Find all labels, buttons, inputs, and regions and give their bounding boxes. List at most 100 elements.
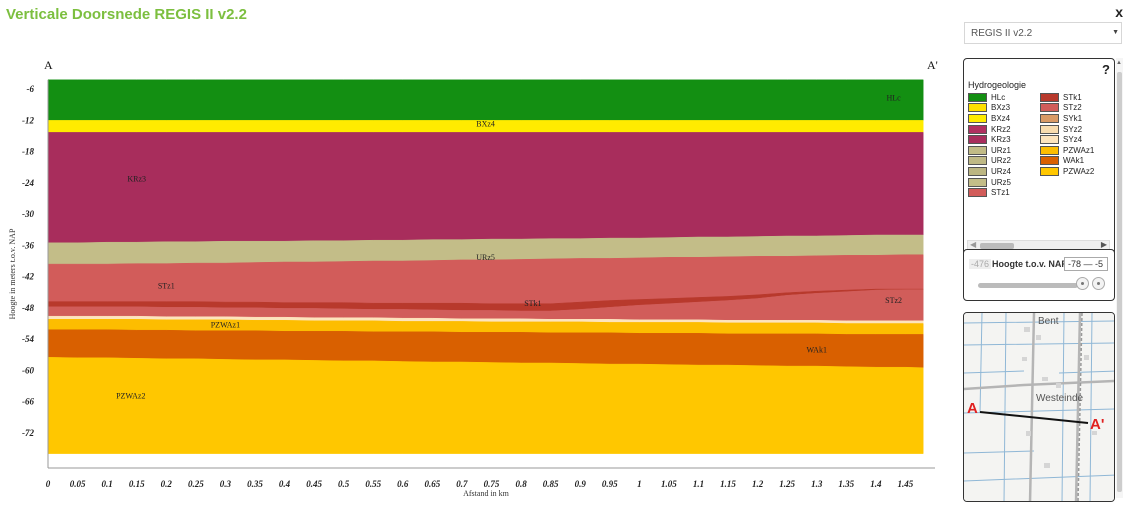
x-tick-label: 1.05 bbox=[661, 479, 677, 489]
legend-label: STk1 bbox=[1063, 92, 1082, 102]
x-tick-label: 0.95 bbox=[602, 479, 618, 489]
y-tick-label: -12 bbox=[22, 115, 34, 125]
height-slider-min-handle[interactable] bbox=[1076, 277, 1089, 290]
legend-swatch bbox=[1040, 124, 1059, 134]
legend-column: HLc BXz3 BXz4 KRz2 KRz3 URz1 URz2 URz4 URz5 STz1 bbox=[968, 92, 1011, 198]
legend-swatch bbox=[968, 103, 987, 113]
layer-hlc bbox=[47, 79, 924, 121]
legend-swatch bbox=[968, 92, 987, 102]
x-tick-label: 0.45 bbox=[306, 479, 322, 489]
x-tick-label: 1.35 bbox=[838, 479, 854, 489]
legend-swatch bbox=[1040, 145, 1059, 155]
x-tick-label: 0.3 bbox=[220, 479, 232, 489]
x-tick-label: 1.4 bbox=[870, 479, 882, 489]
legend-label: URz1 bbox=[991, 145, 1012, 155]
model-select[interactable]: REGIS II v2.2 ▼ bbox=[964, 22, 1122, 44]
legend-column: STk1 STz2 SYk1 SYz2 SYz4 PZWAz1 WAk1 PZWAz2 bbox=[1040, 92, 1094, 177]
height-slider-max-handle[interactable] bbox=[1092, 277, 1105, 290]
layer-label: BXz4 bbox=[476, 120, 495, 129]
legend-item: KRz2 bbox=[968, 124, 1011, 135]
chevron-down-icon: ▼ bbox=[1112, 29, 1119, 36]
close-button[interactable]: x bbox=[1115, 4, 1123, 20]
layer-label: STz1 bbox=[158, 282, 175, 291]
legend-label: URz5 bbox=[991, 177, 1012, 187]
x-tick-label: 1.2 bbox=[752, 479, 764, 489]
legend-swatch bbox=[968, 188, 987, 198]
cross-section-chart: -6 -12 -18 -24 -30 -36 -42 -48 -54 -60 -66 -72 0 0.05… bbox=[0, 48, 950, 500]
x-tick-label: 0.35 bbox=[247, 479, 263, 489]
legend-swatch bbox=[968, 135, 987, 145]
layer-pzwaz2 bbox=[47, 357, 924, 454]
scroll-right-icon[interactable]: ▶ bbox=[1101, 240, 1107, 249]
map-section-start-label: A bbox=[967, 400, 978, 417]
x-tick-label: 1.15 bbox=[720, 479, 736, 489]
section-end-label: A' bbox=[927, 58, 938, 72]
legend-swatch bbox=[1040, 92, 1059, 102]
legend-label: BXz3 bbox=[991, 103, 1011, 113]
sidebar-scroll-thumb[interactable] bbox=[1117, 72, 1122, 492]
legend-item: URz2 bbox=[968, 156, 1011, 167]
legend-swatch bbox=[1040, 156, 1059, 166]
y-axis-label: Hoogte in meters t.o.v. NAP bbox=[8, 228, 17, 319]
map-place-label: Bent bbox=[1038, 316, 1059, 327]
legend-swatch bbox=[968, 156, 987, 166]
x-axis-label: Afstand in km bbox=[463, 489, 510, 498]
legend-label: PZWAz2 bbox=[1063, 166, 1095, 176]
y-tick-label: -48 bbox=[22, 303, 34, 313]
layer-label: STk1 bbox=[524, 299, 541, 308]
layer-label: KRz3 bbox=[127, 174, 146, 183]
legend-swatch bbox=[968, 145, 987, 155]
location-map[interactable]: Bent Westeinde A A' bbox=[963, 312, 1115, 502]
x-tick-label: 0.8 bbox=[515, 479, 527, 489]
y-tick-label: -54 bbox=[22, 334, 34, 344]
page-title: Verticale Doorsnede REGIS II v2.2 bbox=[6, 6, 247, 23]
legend-label: URz2 bbox=[991, 156, 1012, 166]
legend-label: SYk1 bbox=[1063, 113, 1083, 123]
layer-label: HLc bbox=[886, 94, 901, 103]
help-button[interactable]: ? bbox=[1102, 62, 1110, 77]
sidebar-scrollbar[interactable]: ▲ bbox=[1116, 58, 1123, 498]
x-tick-label: 0.1 bbox=[102, 479, 113, 489]
layer-label: PZWAz1 bbox=[211, 321, 240, 330]
y-tick-label: -60 bbox=[22, 365, 34, 375]
x-tick-label: 0.85 bbox=[543, 479, 559, 489]
scroll-up-icon[interactable]: ▲ bbox=[1116, 60, 1122, 66]
x-tick-label: 0.9 bbox=[575, 479, 587, 489]
y-tick-label: -66 bbox=[22, 397, 34, 407]
legend-label: STz2 bbox=[1063, 103, 1082, 113]
map-place-label: Westeinde bbox=[1036, 393, 1084, 404]
x-tick-label: 1 bbox=[637, 479, 642, 489]
legend-item: BXz3 bbox=[968, 103, 1011, 114]
scroll-left-icon[interactable]: ◀ bbox=[970, 240, 976, 249]
legend-item: SYz2 bbox=[1040, 124, 1094, 135]
map-svg: Bent Westeinde A A' bbox=[964, 313, 1114, 501]
legend-panel: ? Hydrogeologie HLc BXz3 BXz4 KRz2 KRz3 URz1 U… bbox=[963, 58, 1115, 256]
x-tick-label: 1.1 bbox=[693, 479, 704, 489]
height-min-value: -476 bbox=[969, 259, 992, 269]
y-tick-label: -36 bbox=[22, 240, 34, 250]
legend-heading: Hydrogeologie bbox=[968, 80, 1027, 90]
map-section-end-label: A' bbox=[1090, 416, 1104, 433]
height-range-input[interactable]: -78 — -5 bbox=[1064, 257, 1108, 271]
x-tick-label: 0.75 bbox=[484, 479, 500, 489]
x-tick-label: 1.3 bbox=[811, 479, 823, 489]
legend-swatch bbox=[1040, 166, 1059, 176]
x-tick-label: 0.7 bbox=[456, 479, 468, 489]
model-select-value: REGIS II v2.2 bbox=[971, 28, 1033, 39]
layer-label: URz5 bbox=[476, 253, 495, 262]
cross-section-svg: -6 -12 -18 -24 -30 -36 -42 -48 -54 -60 -66 -72 0 0.05… bbox=[8, 58, 938, 498]
legend-swatch bbox=[1040, 113, 1059, 123]
height-filter-panel: -476 Hoogte t.o.v. NAP -78 — -5 bbox=[963, 249, 1115, 301]
y-tick-label: -18 bbox=[22, 147, 34, 157]
height-slider-track[interactable] bbox=[978, 283, 1078, 288]
legend-label: SYz2 bbox=[1063, 124, 1083, 134]
legend-item: WAk1 bbox=[1040, 156, 1094, 167]
legend-label: URz4 bbox=[991, 166, 1012, 176]
y-tick-label: -72 bbox=[22, 428, 34, 438]
layer-label: PZWAz2 bbox=[116, 391, 145, 400]
legend-item: SYk1 bbox=[1040, 113, 1094, 124]
legend-item: KRz3 bbox=[968, 134, 1011, 145]
legend-label: BXz4 bbox=[991, 113, 1011, 123]
x-tick-label: 0.15 bbox=[129, 479, 145, 489]
layer-krz3 bbox=[47, 132, 924, 244]
